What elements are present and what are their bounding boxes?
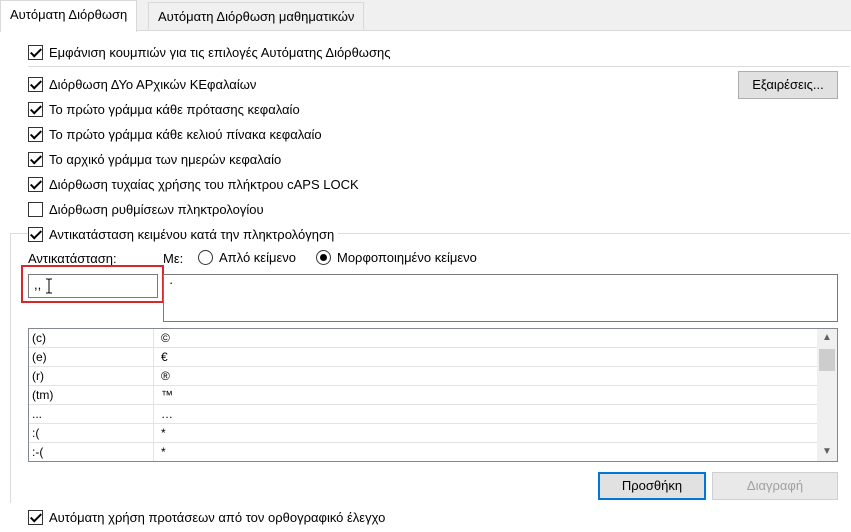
chevron-up-icon[interactable]: ▲ [817,329,837,347]
option-label: Διόρθωση ΔΥο ΑΡχικών ΚΕφαλαίων [49,76,257,92]
option-label: Αντικατάσταση κειμένου κατά την πληκτρολ… [49,226,335,242]
option-label: Αυτόματη χρήση προτάσεων από τον ορθογρα… [49,509,386,525]
with-cell: ® [161,369,170,383]
option-spellcheck-suggestions[interactable]: Αυτόματη χρήση προτάσεων από τον ορθογρα… [28,508,385,526]
with-input[interactable]: · [163,274,838,322]
replace-cell: :-( [29,443,154,461]
with-label: Με: [163,251,184,266]
with-cell: … [161,407,173,421]
tab-bar: Αυτόματη Διόρθωση Αυτόματη Διόρθωση μαθη… [0,0,851,32]
exceptions-button[interactable]: Εξαιρέσεις... [738,71,838,99]
option-day-names[interactable]: Το αρχικό γράμμα των ημερών κεφαλαίο [28,150,281,168]
option-label: Διόρθωση τυχαίας χρήσης του πλήκτρου cAP… [49,176,359,192]
radio-label: Απλό κείμενο [219,250,296,265]
highlight-box [21,265,164,303]
autocorrect-list[interactable]: (c) © (e) € (r) ® (tm) ™... … :( * :-( * ▲ ▼ [28,328,838,462]
option-first-letter-sentence[interactable]: Το πρώτο γράμμα κάθε πρότασης κεφαλαίο [28,100,300,118]
replace-cell: (r) [29,367,154,386]
add-button[interactable]: Προσθήκη [598,472,706,500]
tab-math-autocorrect[interactable]: Αυτόματη Διόρθωση μαθηματικών [148,2,365,31]
with-input-value: · [169,275,174,290]
radio-button[interactable] [198,250,213,265]
option-keyboard-settings[interactable]: Διόρθωση ρυθμίσεων πληκτρολογίου [28,200,264,218]
checkbox[interactable] [28,151,43,167]
checkbox[interactable] [28,509,43,525]
option-replace-text[interactable]: Αντικατάσταση κειμένου κατά την πληκτρολ… [28,225,339,243]
formatted-text-radio[interactable]: Μορφοποιημένο κείμενο [316,250,477,265]
checkbox[interactable] [28,76,43,92]
option-label: Διόρθωση ρυθμίσεων πληκτρολογίου [49,201,264,217]
with-cell: € [161,350,168,364]
replace-cell: :( [29,424,154,443]
tab-autocorrect[interactable]: Αυτόματη Διόρθωση [0,0,138,32]
option-label: Το πρώτο γράμμα κάθε κελιού πίνακα κεφαλ… [49,126,322,142]
table-row[interactable]: (tm) ™ [29,386,817,405]
table-row[interactable]: :-( * [29,443,817,461]
replace-cell: (c) [29,329,154,348]
table-row[interactable]: (r) ® [29,367,817,386]
scrollbar-thumb[interactable] [819,349,835,371]
with-cell: * [161,445,166,459]
option-caps-lock[interactable]: Διόρθωση τυχαίας χρήσης του πλήκτρου cAP… [28,175,359,193]
replace-label: Αντικατάσταση: [28,251,117,266]
checkbox[interactable] [28,126,43,142]
table-row[interactable]: (e) € [29,348,817,367]
plain-text-radio[interactable]: Απλό κείμενο [198,250,296,265]
checkbox[interactable] [28,176,43,192]
table-row[interactable]: :( * [29,424,817,443]
separator [28,66,850,67]
radio-button[interactable] [316,250,331,265]
checkbox[interactable] [28,44,43,60]
option-first-letter-table-cell[interactable]: Το πρώτο γράμμα κάθε κελιού πίνακα κεφαλ… [28,125,322,143]
autocorrect-panel: Εμφάνιση κουμπιών για τις επιλογές Αυτόμ… [0,30,851,532]
checkbox[interactable] [28,101,43,117]
option-label: Το αρχικό γράμμα των ημερών κεφαλαίο [49,151,282,167]
table-row[interactable]: (c) © [29,329,817,348]
table-row[interactable]: ... … [29,405,817,424]
scrollbar[interactable]: ▲ ▼ [817,329,837,461]
option-show-buttons[interactable]: Εμφάνιση κουμπιών για τις επιλογές Αυτόμ… [28,43,390,61]
delete-button[interactable]: Διαγραφή [712,472,838,500]
replace-cell: ... [29,405,154,424]
option-two-initial-caps[interactable]: Διόρθωση ΔΥο ΑΡχικών ΚΕφαλαίων [28,75,256,93]
checkbox[interactable] [28,201,43,217]
replace-cell: (e) [29,348,154,367]
option-label: Εμφάνιση κουμπιών για τις επιλογές Αυτόμ… [49,44,391,60]
replace-cell: (tm) [29,386,154,405]
group-border [10,233,11,503]
radio-label: Μορφοποιημένο κείμενο [337,250,477,265]
chevron-down-icon[interactable]: ▼ [817,443,837,461]
with-cell: ™ [161,388,173,402]
with-cell: * [161,426,166,440]
with-cell: © [161,331,170,345]
option-label: Το πρώτο γράμμα κάθε πρότασης κεφαλαίο [49,101,300,117]
checkbox[interactable] [28,226,43,242]
